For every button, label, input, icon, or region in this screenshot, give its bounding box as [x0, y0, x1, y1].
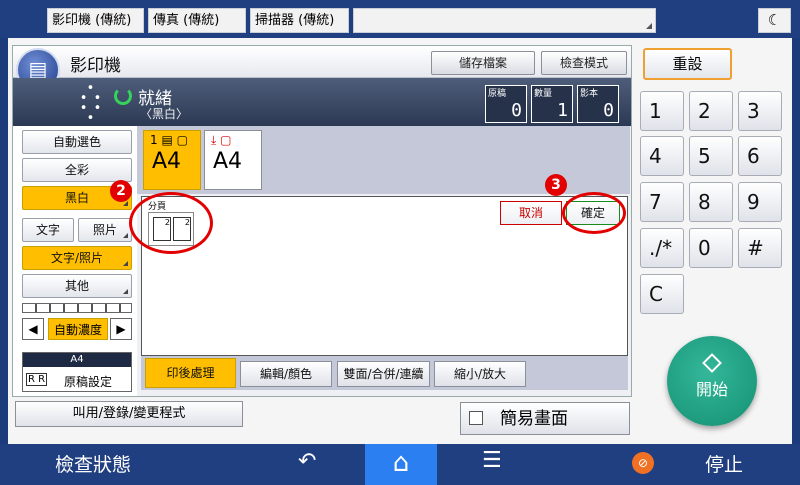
start-icon: [702, 353, 722, 373]
key-3[interactable]: 3: [738, 91, 782, 131]
start-label: 開始: [695, 380, 728, 399]
counter-value: 0: [603, 100, 614, 121]
density-increase-button[interactable]: ▶: [110, 318, 132, 340]
home-icon[interactable]: ⌂: [365, 444, 437, 485]
save-file-button[interactable]: 儲存檔案: [431, 51, 535, 75]
auto-density-button[interactable]: 自動濃度: [48, 318, 108, 340]
key-1[interactable]: 1: [640, 91, 684, 131]
annotation-circle-ok: [562, 192, 626, 234]
annotation-badge-2: 2: [110, 180, 132, 202]
key-7[interactable]: 7: [640, 182, 684, 222]
moon-icon[interactable]: ☾: [758, 8, 791, 33]
originals-counter: 原稿 0: [485, 85, 527, 123]
start-button[interactable]: 開始: [667, 336, 757, 426]
counter-value: 0: [511, 100, 522, 121]
key-8[interactable]: 8: [689, 182, 733, 222]
key-dot-star[interactable]: ./*: [640, 228, 684, 268]
cancel-button[interactable]: 取消: [500, 201, 562, 225]
bypass-tray[interactable]: ⤓ ▢ A4: [204, 130, 262, 190]
simple-screen-checkbox[interactable]: [469, 411, 483, 425]
simple-screen-label: 簡易畫面: [500, 409, 568, 429]
tray-icons: ⤓ ▢: [211, 133, 232, 147]
color-mode-status: 〈黑白〉: [140, 107, 189, 121]
text-photo-mode-button[interactable]: 文字/照片: [22, 246, 132, 270]
tab-finishing[interactable]: 印後處理: [145, 358, 236, 388]
key-hash[interactable]: #: [738, 228, 782, 268]
reset-button[interactable]: 重設: [643, 48, 732, 80]
counter-value: 1: [557, 100, 568, 121]
tray-paper-size: A4: [152, 149, 182, 174]
quantity-counter: 數量 1: [531, 85, 573, 123]
copies-counter: 影本 0: [577, 85, 619, 123]
full-color-button[interactable]: 全彩: [22, 158, 132, 182]
ready-status-icon: [114, 87, 132, 105]
tab-other-apps[interactable]: [353, 8, 656, 33]
page-title: 影印機: [70, 56, 121, 76]
key-9[interactable]: 9: [738, 182, 782, 222]
check-status-button[interactable]: 檢查狀態: [55, 450, 131, 477]
tab-edit-color[interactable]: 編輯/顏色: [240, 361, 332, 387]
original-size: A4: [23, 353, 131, 367]
original-settings-label: 原稿設定: [64, 375, 113, 389]
tab-copier-classic[interactable]: 影印機 (傳統): [47, 8, 144, 33]
tab-fax-classic[interactable]: 傳真 (傳統): [148, 8, 246, 33]
annotation-circle-sort: [129, 192, 213, 254]
key-5[interactable]: 5: [689, 136, 733, 176]
check-mode-button[interactable]: 檢查模式: [541, 51, 627, 75]
density-decrease-button[interactable]: ◀: [22, 318, 44, 340]
original-orientation-icon: R R: [26, 373, 48, 386]
menu-icon[interactable]: ☰: [482, 448, 502, 473]
key-clear[interactable]: C: [640, 274, 684, 314]
back-icon[interactable]: ↶: [298, 449, 316, 474]
tab-reduce-enlarge[interactable]: 縮小/放大: [434, 361, 526, 387]
recall-program-button[interactable]: 叫用/登錄/變更程式: [15, 401, 243, 427]
photo-mode-button[interactable]: 照片: [78, 218, 132, 242]
tray-icons: 1 ▤ ▢: [150, 133, 188, 147]
toner-dots-icon: • • • • • •: [79, 81, 103, 126]
key-4[interactable]: 4: [640, 136, 684, 176]
annotation-badge-3: 3: [545, 174, 567, 196]
key-2[interactable]: 2: [689, 91, 733, 131]
density-scale: [22, 303, 132, 313]
auto-color-button[interactable]: 自動選色: [22, 130, 132, 154]
text-mode-button[interactable]: 文字: [22, 218, 74, 242]
stop-icon[interactable]: ⊘: [632, 452, 654, 474]
other-mode-button[interactable]: 其他: [22, 274, 132, 298]
key-6[interactable]: 6: [738, 136, 782, 176]
tab-duplex-combine[interactable]: 雙面/合併/連續: [337, 361, 430, 387]
tray-paper-size: A4: [213, 149, 243, 174]
key-0[interactable]: 0: [689, 228, 733, 268]
counter-label: 影本: [580, 89, 599, 99]
stop-button[interactable]: 停止: [705, 450, 743, 477]
counter-label: 原稿: [488, 89, 507, 99]
paper-tray-1[interactable]: 1 ▤ ▢ A4: [143, 130, 201, 190]
tab-scanner-classic[interactable]: 掃描器 (傳統): [250, 8, 349, 33]
counter-label: 數量: [534, 89, 553, 99]
